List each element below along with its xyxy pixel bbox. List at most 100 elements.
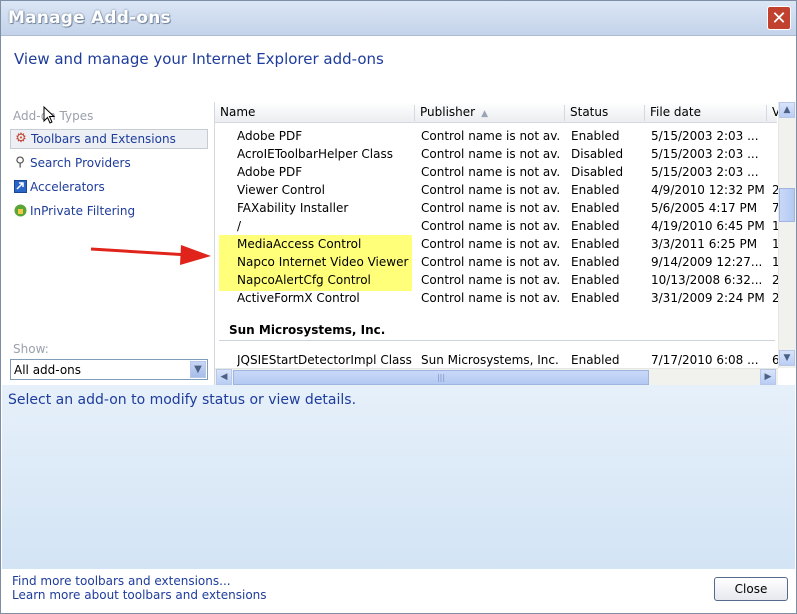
addon-status: Enabled: [571, 255, 620, 269]
addon-publisher: Control name is not av...: [421, 219, 561, 233]
table-row[interactable]: / Control name is not av... Enabled 4/19…: [215, 217, 778, 235]
addon-file-date: 5/15/2003 2:03 ...: [651, 165, 759, 179]
list-header: Name Publisher ▲ Status File date V: [215, 102, 780, 123]
inprivate-icon: [13, 204, 27, 218]
scroll-left-icon[interactable]: ◀: [216, 369, 232, 385]
chevron-down-icon[interactable]: ▼: [190, 361, 206, 378]
title-bar: Manage Add-ons ✕: [1, 1, 796, 36]
table-row[interactable]: AcroIEToolbarHelper Class Control name i…: [215, 145, 777, 163]
addons-list: Name Publisher ▲ Status File date V Adobe…: [214, 102, 797, 386]
column-header-file-date[interactable]: File date: [645, 105, 767, 121]
sidebar-item-accelerators[interactable]: Accelerators: [10, 178, 208, 198]
addon-status: Enabled: [571, 237, 620, 251]
addon-file-date: 4/19/2010 6:45 PM: [651, 219, 765, 233]
addon-name: MediaAccess Control: [237, 237, 362, 251]
find-more-link[interactable]: Find more toolbars and extensions...: [12, 574, 231, 588]
addon-status: Enabled: [571, 183, 620, 197]
addon-publisher: Control name is not av...: [421, 291, 561, 305]
scroll-down-icon[interactable]: ▼: [779, 350, 795, 366]
header-panel: View and manage your Internet Explorer a…: [2, 36, 795, 102]
sidebar-item-label: Toolbars and Extensions: [31, 132, 176, 146]
addon-name: FAXability Installer: [237, 201, 349, 215]
vertical-scroll-thumb[interactable]: [779, 188, 795, 222]
table-row[interactable]: Viewer Control Control name is not av...…: [215, 181, 778, 199]
addon-status: Enabled: [571, 291, 620, 305]
sidebar-item-label: InPrivate Filtering: [30, 204, 136, 218]
details-prompt: Select an add-on to modify status or vie…: [8, 392, 357, 408]
search-icon: ⚲: [15, 155, 25, 170]
column-header-publisher[interactable]: Publisher ▲: [415, 105, 565, 121]
addon-publisher: Control name is not av...: [421, 165, 561, 179]
mouse-cursor-icon: [43, 106, 55, 124]
addon-name: AcroIEToolbarHelper Class: [237, 147, 393, 161]
addon-publisher: Sun Microsystems, Inc.: [421, 353, 559, 367]
group-header-sun-microsystems: Sun Microsystems, Inc.: [229, 323, 386, 337]
close-window-button[interactable]: ✕: [767, 6, 791, 30]
learn-more-link[interactable]: Learn more about toolbars and extensions: [12, 588, 267, 602]
addon-name: JQSIEStartDetectorImpl Class: [237, 353, 412, 367]
scroll-up-icon[interactable]: ▲: [779, 102, 795, 118]
sidebar-item-toolbars-extensions[interactable]: ⚙ Toolbars and Extensions: [10, 129, 208, 149]
addon-publisher: Control name is not av...: [421, 129, 561, 143]
addon-file-date: 5/6/2005 4:17 PM: [651, 201, 758, 215]
addon-status: Enabled: [571, 219, 620, 233]
sort-ascending-icon: ▲: [481, 109, 489, 119]
footer: Find more toolbars and extensions... Lea…: [2, 569, 795, 613]
table-row[interactable]: Adobe PDF Control name is not av... Enab…: [215, 127, 777, 145]
sidebar-item-label: Accelerators: [30, 180, 105, 194]
sidebar-item-inprivate-filtering[interactable]: InPrivate Filtering: [10, 202, 208, 222]
column-header-name[interactable]: Name: [215, 105, 415, 121]
addon-publisher: Control name is not av...: [421, 237, 561, 251]
addon-status: Enabled: [571, 273, 620, 287]
window-title: Manage Add-ons: [8, 8, 171, 28]
sidebar-item-search-providers[interactable]: ⚲ Search Providers: [10, 154, 208, 174]
addon-name: Viewer Control: [237, 183, 325, 197]
addon-file-date: 4/9/2010 12:32 PM: [651, 183, 765, 197]
table-row[interactable]: FAXability Installer Control name is not…: [215, 199, 778, 217]
table-row[interactable]: JQSIEStartDetectorImpl Class Sun Microsy…: [215, 351, 778, 369]
addon-publisher: Control name is not av...: [421, 201, 561, 215]
addon-status: Enabled: [571, 201, 620, 215]
addon-name: Adobe PDF: [237, 129, 303, 143]
addon-status: Disabled: [571, 147, 624, 161]
table-row[interactable]: NapcoAlertCfg Control Control name is no…: [215, 271, 778, 289]
gear-icon: ⚙: [15, 131, 27, 146]
table-row[interactable]: ActiveFormX Control Control name is not …: [215, 289, 778, 307]
addon-publisher: Control name is not av...: [421, 273, 561, 287]
page-heading: View and manage your Internet Explorer a…: [14, 50, 384, 68]
addon-status: Enabled: [571, 129, 620, 143]
addon-file-date: 5/15/2003 2:03 ...: [651, 147, 759, 161]
table-row[interactable]: MediaAccess Control Control name is not …: [215, 235, 778, 253]
vertical-scrollbar[interactable]: ▲ ▼: [778, 102, 796, 368]
show-label: Show:: [13, 342, 49, 356]
addon-file-date: 3/31/2009 2:24 PM: [651, 291, 765, 305]
show-filter-select[interactable]: All add-ons ▼: [10, 359, 208, 380]
addon-name: NapcoAlertCfg Control: [237, 273, 371, 287]
addon-status: Enabled: [571, 353, 620, 367]
addon-publisher: Control name is not av...: [421, 183, 561, 197]
addon-publisher: Control name is not av...: [421, 255, 561, 269]
manage-addons-window: Manage Add-ons ✕ View and manage your In…: [0, 0, 797, 614]
addon-file-date: 9/14/2009 12:27...: [651, 255, 763, 269]
column-header-status[interactable]: Status: [565, 105, 645, 121]
details-pane: Select an add-on to modify status or vie…: [2, 385, 795, 569]
close-button[interactable]: Close: [714, 577, 788, 601]
addon-publisher: Control name is not av...: [421, 147, 561, 161]
addon-name: Napco Internet Video Viewer: [237, 255, 409, 269]
red-annotation-arrow-icon: [90, 245, 211, 265]
group-divider: [219, 340, 775, 341]
horizontal-scrollbar[interactable]: ◀ ||| ▶: [215, 368, 778, 386]
addon-name: /: [237, 219, 242, 233]
show-filter-value: All add-ons: [14, 363, 82, 377]
addon-file-date: 7/17/2010 6:08 ...: [651, 353, 759, 367]
table-row[interactable]: Napco Internet Video Viewer Control name…: [215, 253, 778, 271]
addon-file-date: 10/13/2008 6:32...: [651, 273, 763, 287]
addon-name: Adobe PDF: [237, 165, 303, 179]
addon-file-date: 5/15/2003 2:03 ...: [651, 129, 759, 143]
table-row[interactable]: Adobe PDF Control name is not av... Disa…: [215, 163, 777, 181]
horizontal-scroll-thumb[interactable]: |||: [233, 370, 649, 385]
scroll-right-icon[interactable]: ▶: [760, 369, 776, 385]
addon-file-date: 3/3/2011 6:25 PM: [651, 237, 758, 251]
addon-status: Disabled: [571, 165, 624, 179]
sidebar-item-label: Search Providers: [30, 156, 131, 170]
